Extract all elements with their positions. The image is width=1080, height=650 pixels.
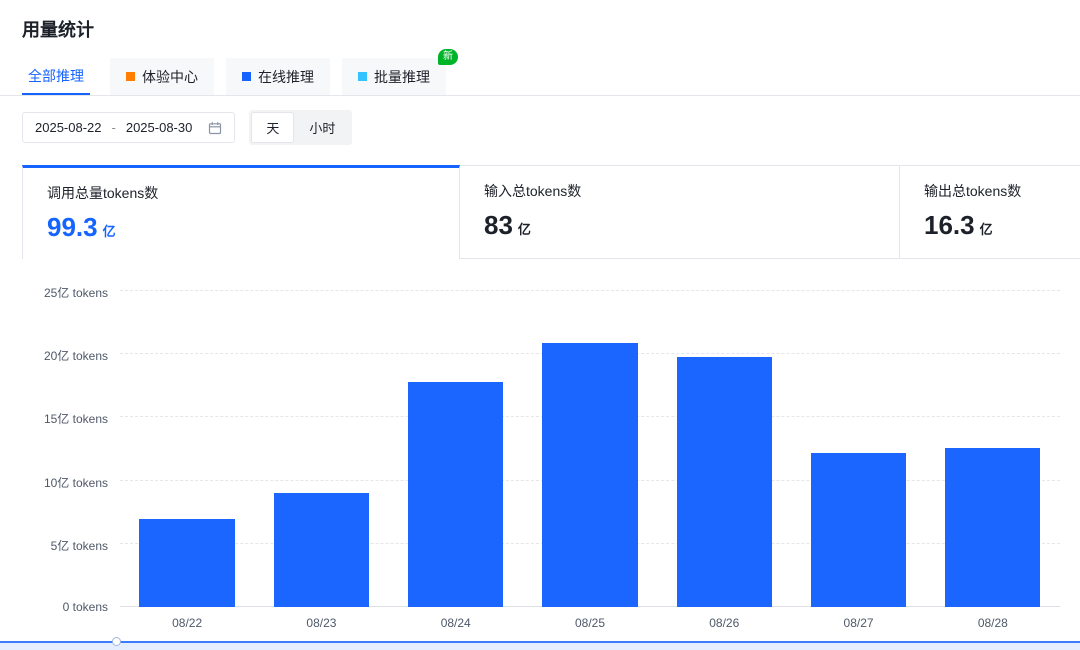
y-axis-tick-label: 15亿 tokens xyxy=(44,410,108,427)
y-axis-tick-label: 10亿 tokens xyxy=(44,474,108,491)
date-start: 2025-08-22 xyxy=(35,120,102,135)
x-axis-tick-label: 08/28 xyxy=(926,607,1060,630)
x-axis-tick-label: 08/26 xyxy=(657,607,791,630)
stat-label: 输出总tokens数 xyxy=(924,181,1056,201)
datazoom-slider[interactable] xyxy=(0,641,1080,650)
y-axis-tick-label: 25亿 tokens xyxy=(44,284,108,301)
stat-value: 16.3亿 xyxy=(924,210,1056,241)
cyan-square-icon xyxy=(358,72,367,81)
bar-slot xyxy=(389,291,523,607)
x-axis: 08/2208/2308/2408/2508/2608/2708/28 xyxy=(120,607,1060,630)
bar-slot xyxy=(926,291,1060,607)
tab-label: 批量推理 xyxy=(374,67,430,87)
tab-online-inference[interactable]: 在线推理 xyxy=(226,58,330,95)
bar-slot xyxy=(657,291,791,607)
x-axis-tick-label: 08/25 xyxy=(523,607,657,630)
new-badge: 新 xyxy=(438,49,458,65)
tab-bar: 全部推理 体验中心 在线推理 批量推理 新 xyxy=(0,58,1080,96)
bar-08/24 xyxy=(408,382,503,607)
blue-square-icon xyxy=(242,72,251,81)
x-axis-tick-label: 08/23 xyxy=(254,607,388,630)
tab-label: 在线推理 xyxy=(258,67,314,87)
tab-batch-inference[interactable]: 批量推理 新 xyxy=(342,58,446,95)
filter-row: 2025-08-22 - 2025-08-30 天 小时 xyxy=(22,110,1080,145)
stat-value: 83亿 xyxy=(484,210,875,241)
stat-label: 调用总量tokens数 xyxy=(47,183,435,203)
bar-slot xyxy=(791,291,925,607)
bar-08/28 xyxy=(945,448,1040,607)
x-axis-tick-label: 08/27 xyxy=(791,607,925,630)
bar-08/26 xyxy=(677,357,772,607)
tab-label: 体验中心 xyxy=(142,67,198,87)
orange-square-icon xyxy=(126,72,135,81)
x-axis-tick-label: 08/24 xyxy=(389,607,523,630)
tab-experience-center[interactable]: 体验中心 xyxy=(110,58,214,95)
stat-card-total-tokens[interactable]: 调用总量tokens数 99.3亿 xyxy=(22,165,460,259)
date-range-picker[interactable]: 2025-08-22 - 2025-08-30 xyxy=(22,112,235,143)
stat-value: 99.3亿 xyxy=(47,212,435,243)
y-axis-tick-label: 20亿 tokens xyxy=(44,347,108,364)
granularity-day-button[interactable]: 天 xyxy=(251,112,294,143)
bar-chart: 0 tokens5亿 tokens10亿 tokens15亿 tokens20亿… xyxy=(120,291,1060,607)
bar-08/23 xyxy=(274,493,369,607)
x-axis-tick-label: 08/22 xyxy=(120,607,254,630)
calendar-icon xyxy=(208,121,222,135)
granularity-toggle: 天 小时 xyxy=(249,110,352,145)
granularity-hour-button[interactable]: 小时 xyxy=(294,112,350,143)
bar-08/25 xyxy=(542,343,637,607)
date-end: 2025-08-30 xyxy=(126,120,193,135)
bar-08/22 xyxy=(139,519,234,607)
page-title: 用量统计 xyxy=(0,0,1080,42)
stat-unit: 亿 xyxy=(518,222,531,237)
tab-all-inference[interactable]: 全部推理 xyxy=(22,58,90,95)
date-separator: - xyxy=(112,120,116,135)
bar-slot xyxy=(523,291,657,607)
stat-card-input-tokens[interactable]: 输入总tokens数 83亿 xyxy=(460,165,900,259)
bar-08/27 xyxy=(811,453,906,607)
y-axis-tick-label: 5亿 tokens xyxy=(51,537,108,554)
bar-slot xyxy=(254,291,388,607)
stat-cards: 调用总量tokens数 99.3亿 输入总tokens数 83亿 输出总toke… xyxy=(22,165,1080,259)
chart-bars xyxy=(120,291,1060,607)
stat-card-output-tokens[interactable]: 输出总tokens数 16.3亿 xyxy=(900,165,1080,259)
bar-slot xyxy=(120,291,254,607)
tab-label: 全部推理 xyxy=(28,66,84,86)
stat-unit: 亿 xyxy=(103,224,116,239)
stat-unit: 亿 xyxy=(980,222,993,237)
y-axis-tick-label: 0 tokens xyxy=(63,600,108,614)
datazoom-handle[interactable] xyxy=(112,637,121,646)
stat-label: 输入总tokens数 xyxy=(484,181,875,201)
